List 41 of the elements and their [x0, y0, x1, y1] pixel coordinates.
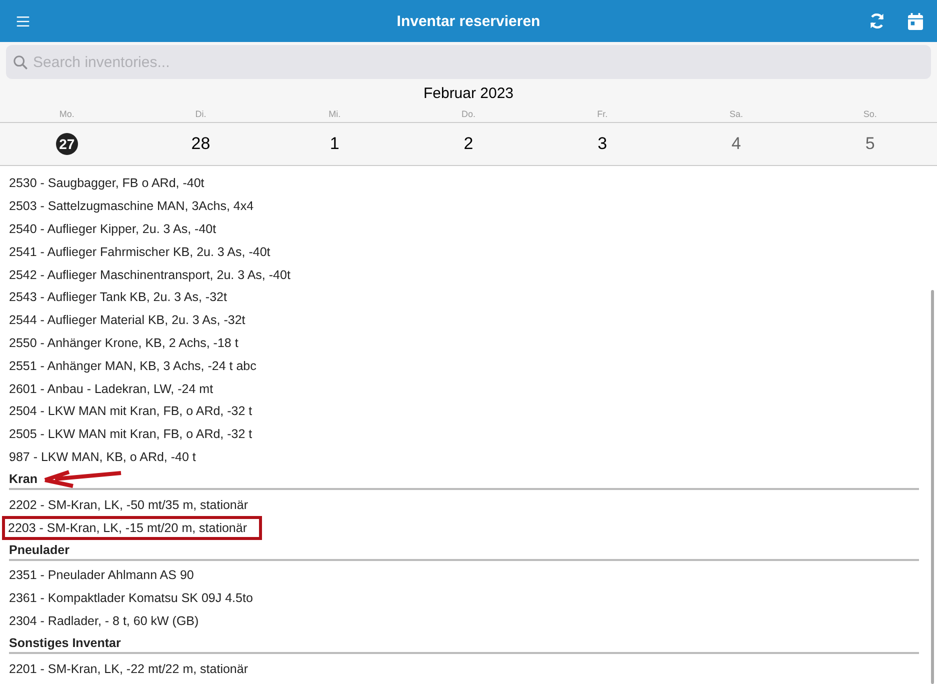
inventory-item[interactable]: 2540 - Auflieger Kipper, 2u. 3 As, -40t [9, 220, 216, 238]
inventory-item[interactable]: 2503 - Sattelzugmaschine MAN, 3Achs, 4x4 [9, 197, 254, 216]
inventory-item[interactable]: 2201 - SM-Kran, LK, -22 mt/22 m, stationär [9, 660, 248, 678]
date-button[interactable]: 2 [457, 133, 480, 155]
weekday-label: Di. [195, 109, 206, 119]
date-button[interactable]: 3 [591, 133, 614, 155]
inventory-item[interactable]: 2542 - Auflieger Maschinentransport, 2u. 3 As, -40t [9, 266, 290, 284]
inventory-item[interactable]: 2551 - Anhänger MAN, KB, 3 Achs, -24 t abc [9, 356, 256, 375]
weekday-label: Do. [461, 109, 476, 119]
date-button[interactable]: 1 [324, 133, 346, 155]
section-header: Kran [9, 472, 38, 488]
inventory-item[interactable]: 2504 - LKW MAN mit Kran, FB, o ARd, -32 t [9, 402, 252, 420]
inventory-item[interactable]: 2202 - SM-Kran, LK, -50 mt/35 m, stationär [9, 496, 248, 514]
date-button[interactable]: 5 [859, 133, 882, 155]
inventory-item[interactable]: 2304 - Radlader, - 8 t, 60 kW (GB) [9, 612, 199, 630]
inventory-item[interactable]: 2601 - Anbau - Ladekran, LW, -24 mt [9, 380, 214, 398]
calendar-icon[interactable] [908, 12, 923, 30]
section-header: Pneulader [9, 542, 70, 559]
date-button[interactable]: 28 [190, 133, 212, 155]
weekday-label: Mo. [59, 109, 74, 119]
date-button[interactable]: 4 [725, 133, 748, 155]
page-title: Inventar reservieren [396, 12, 540, 30]
inventory-item[interactable]: 2544 - Auflieger Material KB, 2u. 3 As, -32t [9, 311, 246, 330]
section-header: Sonstiges Inventar [9, 636, 121, 652]
inventory-item[interactable]: 2505 - LKW MAN mit Kran, FB, o ARd, -32 t [9, 425, 252, 444]
month-label: Februar 2023 [422, 84, 515, 104]
inventory-item[interactable]: 2361 - Kompaktlader Komatsu SK 09J 4.5to [9, 589, 253, 608]
weekday-label: Mi. [328, 109, 341, 119]
inventory-item[interactable]: 2541 - Auflieger Fahrmischer KB, 2u. 3 As, -40t [9, 242, 270, 261]
refresh-icon[interactable] [868, 12, 886, 30]
menu-icon[interactable] [16, 16, 30, 26]
date-button[interactable]: 27 [56, 133, 78, 155]
inventory-item[interactable]: 987 - LKW MAN, KB, o ARd, -40 t [9, 448, 196, 466]
inventory-item[interactable]: 2530 - Saugbagger, FB o ARd, -40t [9, 174, 204, 192]
weekday-label: So. [863, 109, 877, 119]
inventory-item[interactable]: 2543 - Auflieger Tank KB, 2u. 3 As, -32t [9, 288, 227, 306]
weekday-label: Sa. [729, 109, 743, 119]
inventory-item[interactable]: 2550 - Anhänger Krone, KB, 2 Achs, -18 t [9, 334, 238, 352]
inventory-item[interactable]: 2203 - SM-Kran, LK, -15 mt/20 m, stationär [5, 518, 259, 537]
inventory-item[interactable]: 2351 - Pneulader Ahlmann AS 90 [9, 566, 194, 584]
weekday-label: Fr. [597, 109, 608, 119]
